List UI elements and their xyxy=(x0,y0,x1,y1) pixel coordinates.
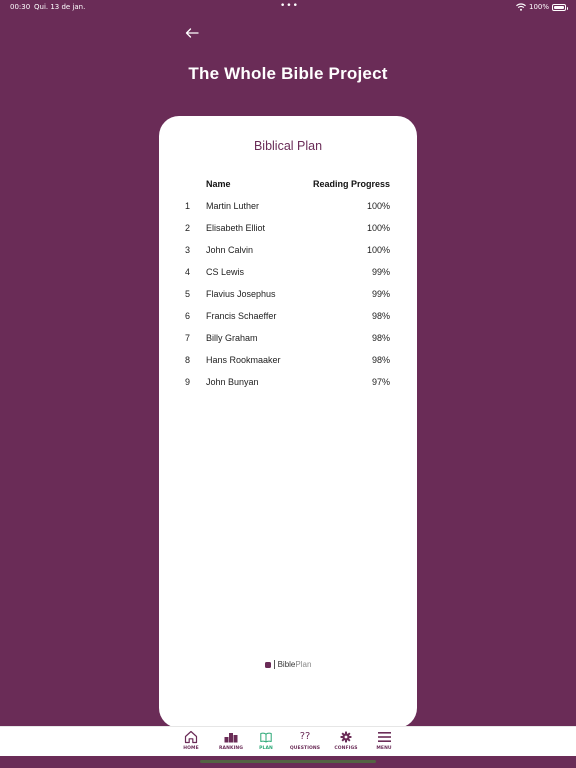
row-rank: 9 xyxy=(185,377,191,387)
wifi-icon xyxy=(516,3,526,11)
battery-icon xyxy=(552,3,568,11)
multitasking-dots[interactable]: ••• xyxy=(280,1,299,11)
hamburger-icon xyxy=(377,732,391,742)
row-rank: 8 xyxy=(185,355,191,365)
table-row: 1 Martin Luther 100% xyxy=(159,201,417,223)
table-row: 2 Elisabeth Elliot 100% xyxy=(159,223,417,245)
nav-menu[interactable]: MENU xyxy=(364,730,404,751)
table-row: 9 John Bunyan 97% xyxy=(159,377,417,399)
nav-plan-label: PLAN xyxy=(259,746,273,751)
row-name: John Calvin xyxy=(206,245,254,255)
row-name: Martin Luther xyxy=(206,201,260,211)
row-progress: 100% xyxy=(366,245,390,255)
question-marks-icon: ?? xyxy=(299,731,311,742)
row-name: Flavius Josephus xyxy=(206,289,276,299)
arrow-left-icon xyxy=(185,28,199,38)
row-rank: 3 xyxy=(185,245,191,255)
status-time: 00:30 xyxy=(10,3,31,11)
table-row: 8 Hans Rookmaaker 98% xyxy=(159,355,417,377)
status-right: 100% xyxy=(516,3,568,11)
home-indicator[interactable] xyxy=(200,760,376,763)
row-rank: 5 xyxy=(185,289,191,299)
row-name: CS Lewis xyxy=(206,267,245,277)
brand-text: BiblePlan xyxy=(277,660,312,669)
nav-ranking[interactable]: RANKING xyxy=(211,730,251,751)
row-progress: 97% xyxy=(371,377,390,387)
nav-plan[interactable]: PLAN xyxy=(246,730,286,751)
table-header: Name Reading Progress xyxy=(159,179,417,193)
row-rank: 2 xyxy=(185,223,191,233)
row-rank: 7 xyxy=(185,333,191,343)
row-name: Francis Schaeffer xyxy=(206,311,277,321)
status-bar: 00:30 Qui. 13 de jan. ••• 100% xyxy=(0,0,576,14)
nav-home[interactable]: HOME xyxy=(171,730,211,751)
row-name: John Bunyan xyxy=(206,377,259,387)
plan-card: Biblical Plan Name Reading Progress 1 Ma… xyxy=(159,116,417,728)
battery-percentage: 100% xyxy=(528,3,549,11)
row-rank: 1 xyxy=(185,201,191,211)
column-header-name: Name xyxy=(206,179,231,189)
table-row: 7 Billy Graham 98% xyxy=(159,333,417,355)
row-progress: 99% xyxy=(371,289,390,299)
gear-icon xyxy=(340,731,352,743)
book-icon xyxy=(260,732,272,742)
column-header-progress: Reading Progress xyxy=(312,179,390,189)
podium-icon xyxy=(224,733,238,743)
bottom-nav: HOME RANKING PLAN ?? QUESTIONS CONFIGS M… xyxy=(0,726,576,756)
row-progress: 98% xyxy=(371,311,390,321)
ranking-list: 1 Martin Luther 100% 2 Elisabeth Elliot … xyxy=(159,201,417,399)
row-name: Billy Graham xyxy=(206,333,258,343)
status-date: Qui. 13 de jan. xyxy=(34,3,86,11)
row-progress: 98% xyxy=(371,355,390,365)
nav-menu-label: MENU xyxy=(376,746,392,751)
brand-logo: BiblePlan xyxy=(159,660,417,669)
brand-mark-icon xyxy=(264,661,271,668)
nav-home-label: HOME xyxy=(183,746,199,751)
row-name: Elisabeth Elliot xyxy=(206,223,266,233)
nav-configs[interactable]: CONFIGS xyxy=(326,730,366,751)
house-icon xyxy=(184,730,198,744)
back-button[interactable] xyxy=(182,24,202,42)
nav-questions-label: QUESTIONS xyxy=(289,746,321,751)
table-row: 6 Francis Schaeffer 98% xyxy=(159,311,417,333)
table-row: 5 Flavius Josephus 99% xyxy=(159,289,417,311)
table-row: 4 CS Lewis 99% xyxy=(159,267,417,289)
row-progress: 98% xyxy=(371,333,390,343)
card-title: Biblical Plan xyxy=(253,139,323,153)
row-name: Hans Rookmaaker xyxy=(206,355,281,365)
row-rank: 6 xyxy=(185,311,191,321)
row-progress: 99% xyxy=(371,267,390,277)
nav-configs-label: CONFIGS xyxy=(334,746,358,751)
brand-separator xyxy=(273,660,275,669)
nav-questions[interactable]: ?? QUESTIONS xyxy=(285,730,325,751)
nav-ranking-label: RANKING xyxy=(218,746,244,751)
row-rank: 4 xyxy=(185,267,191,277)
row-progress: 100% xyxy=(366,201,390,211)
row-progress: 100% xyxy=(366,223,390,233)
table-row: 3 John Calvin 100% xyxy=(159,245,417,267)
page-title: The Whole Bible Project xyxy=(188,64,388,83)
